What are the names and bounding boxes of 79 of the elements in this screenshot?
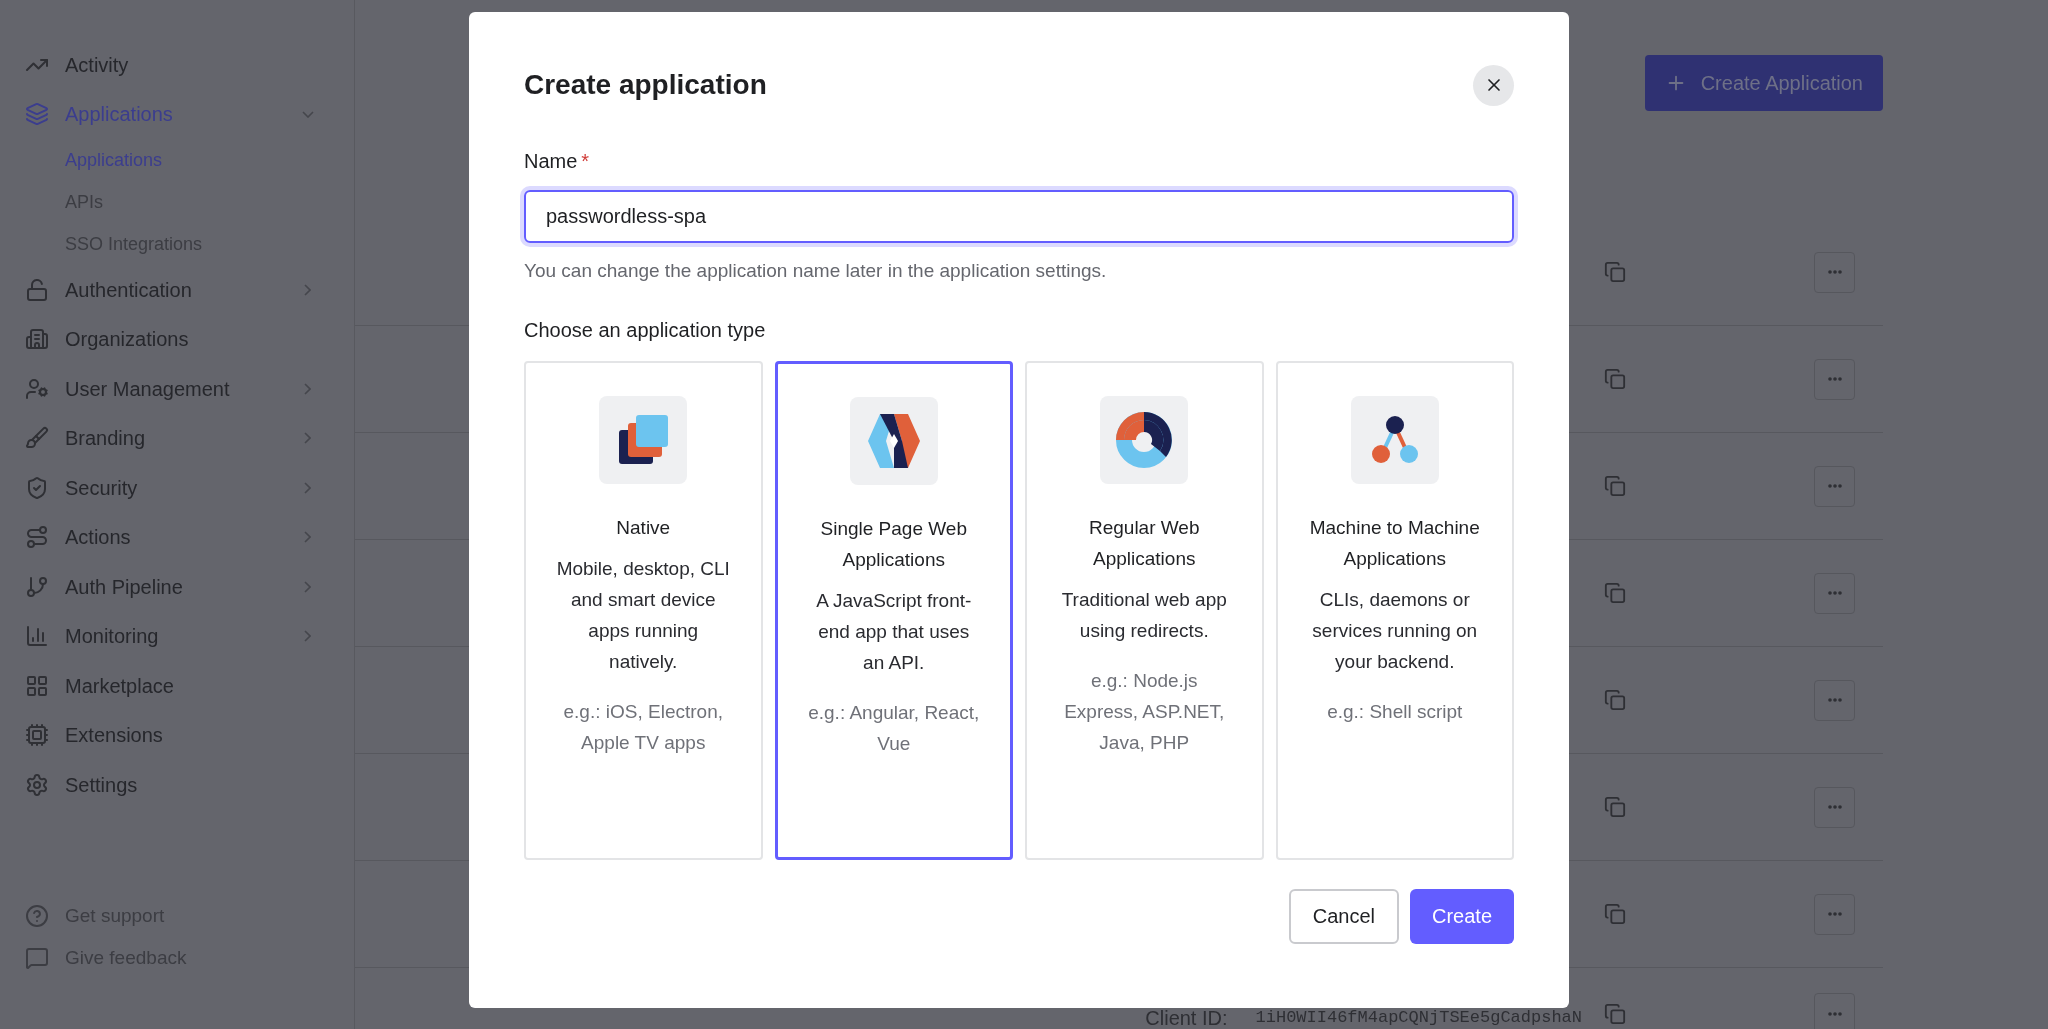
sidebar-item[interactable]: Settings	[0, 760, 354, 810]
sidebar-item[interactable]: Authentication	[0, 265, 354, 315]
dialog-title: Create application	[524, 68, 767, 102]
lock-icon	[25, 277, 49, 302]
brush-icon	[25, 426, 49, 451]
application-type-card[interactable]: Machine to Machine Applications CLIs, daemons or services running on your backend. e.g.: Shell script	[1275, 360, 1514, 860]
layers-icon	[25, 102, 49, 127]
type-title: Native	[616, 515, 671, 540]
sidebar-item[interactable]: Monitoring	[0, 611, 354, 661]
ring-logo-icon	[1115, 410, 1174, 469]
type-description: Mobile, desktop, CLI and smart device apps running natively.	[556, 556, 731, 674]
sidebar-item[interactable]: User Management	[0, 364, 354, 414]
copy-icon[interactable]	[1604, 368, 1626, 390]
shield-icon	[25, 475, 49, 500]
required-asterisk: *	[581, 149, 590, 174]
more-button[interactable]	[1814, 993, 1855, 1029]
client-id-label: Client ID:	[1145, 1006, 1228, 1029]
building-icon	[25, 327, 49, 352]
type-title: Regular Web Applications	[1087, 515, 1201, 571]
copy-icon[interactable]	[1604, 689, 1626, 711]
sidebar-item[interactable]: Organizations	[0, 314, 354, 364]
type-examples: e.g.: Shell script	[1327, 699, 1463, 724]
more-button[interactable]	[1814, 893, 1855, 935]
chip-icon	[25, 723, 49, 748]
type-description: Traditional web app using redirects.	[1060, 587, 1228, 643]
more-icon	[1827, 591, 1842, 595]
type-description: CLIs, daemons or services running on your backend.	[1311, 587, 1479, 674]
copy-icon[interactable]	[1604, 796, 1626, 818]
type-title: Machine to Machine Applications	[1308, 515, 1481, 571]
type-examples: e.g.: Node.js Express, ASP.NET, Java, PHP	[1063, 668, 1226, 755]
section-heading: Choose an application type	[524, 317, 767, 343]
sidebar-item[interactable]: Marketplace	[0, 661, 354, 711]
copy-icon[interactable]	[1604, 1003, 1626, 1025]
sidebar-item[interactable]: Activity	[0, 40, 354, 90]
settings-icon	[25, 772, 49, 797]
diamond-logo-icon	[865, 411, 922, 470]
copy-icon[interactable]	[1604, 475, 1626, 497]
type-examples: e.g.: Angular, React, Vue	[807, 700, 980, 756]
more-button[interactable]	[1814, 358, 1855, 400]
close-button[interactable]	[1473, 64, 1514, 106]
more-button[interactable]	[1814, 679, 1855, 721]
user-gear-icon	[25, 376, 49, 401]
create-button[interactable]: Create	[1409, 888, 1514, 944]
more-icon	[1827, 484, 1842, 488]
help-icon	[25, 904, 49, 928]
more-icon	[1827, 1011, 1842, 1016]
sidebar-item[interactable]: Actions	[0, 512, 354, 562]
bar-chart-icon	[25, 624, 49, 649]
sidebar-item[interactable]: Branding	[0, 413, 354, 463]
type-title: Single Page Web Applications	[819, 516, 968, 572]
more-icon	[1827, 698, 1842, 702]
copy-icon[interactable]	[1604, 261, 1626, 283]
more-icon	[1827, 270, 1842, 274]
application-type-card[interactable]: Single Page Web Applications A JavaScript front-end app that uses an API. e.g.: Angular, React, Vue	[774, 360, 1013, 860]
application-type-card[interactable]: Regular Web Applications Traditional web app using redirects. e.g.: Node.js Express, ASP.NET, Java, PHP	[1025, 360, 1264, 860]
client-id-value: 1iH0WII46fM4apCQNjTSEe5gCadpshaN	[1255, 1007, 1582, 1029]
more-icon	[1827, 912, 1842, 916]
type-description: A JavaScript front-end app that uses an API.	[815, 588, 973, 675]
field-hint: You can change the application name later in the application settings.	[524, 259, 1108, 283]
field-label: Name	[524, 149, 578, 174]
more-icon	[1827, 377, 1842, 381]
copy-icon[interactable]	[1604, 903, 1626, 925]
create-application-button[interactable]: Create Application	[1644, 55, 1883, 111]
grid-icon	[25, 673, 49, 698]
more-button[interactable]	[1814, 465, 1855, 507]
branch-icon	[25, 574, 49, 599]
cancel-button[interactable]: Cancel	[1288, 888, 1399, 944]
more-button[interactable]	[1814, 786, 1855, 828]
message-icon	[25, 946, 49, 970]
more-icon	[1827, 805, 1842, 809]
type-examples: e.g.: iOS, Electron, Apple TV apps	[562, 699, 724, 755]
more-button[interactable]	[1814, 572, 1855, 614]
sidebar-item[interactable]: Security	[0, 463, 354, 513]
copy-icon[interactable]	[1604, 582, 1626, 604]
more-button[interactable]	[1814, 251, 1855, 293]
sidebar-item[interactable]: Auth Pipeline	[0, 562, 354, 612]
route-icon	[25, 525, 49, 550]
application-type-card[interactable]: Native Mobile, desktop, CLI and smart device apps running natively. e.g.: iOS, Electron, Apple TV apps	[524, 360, 763, 860]
sidebar-item[interactable]: Extensions	[0, 710, 354, 760]
